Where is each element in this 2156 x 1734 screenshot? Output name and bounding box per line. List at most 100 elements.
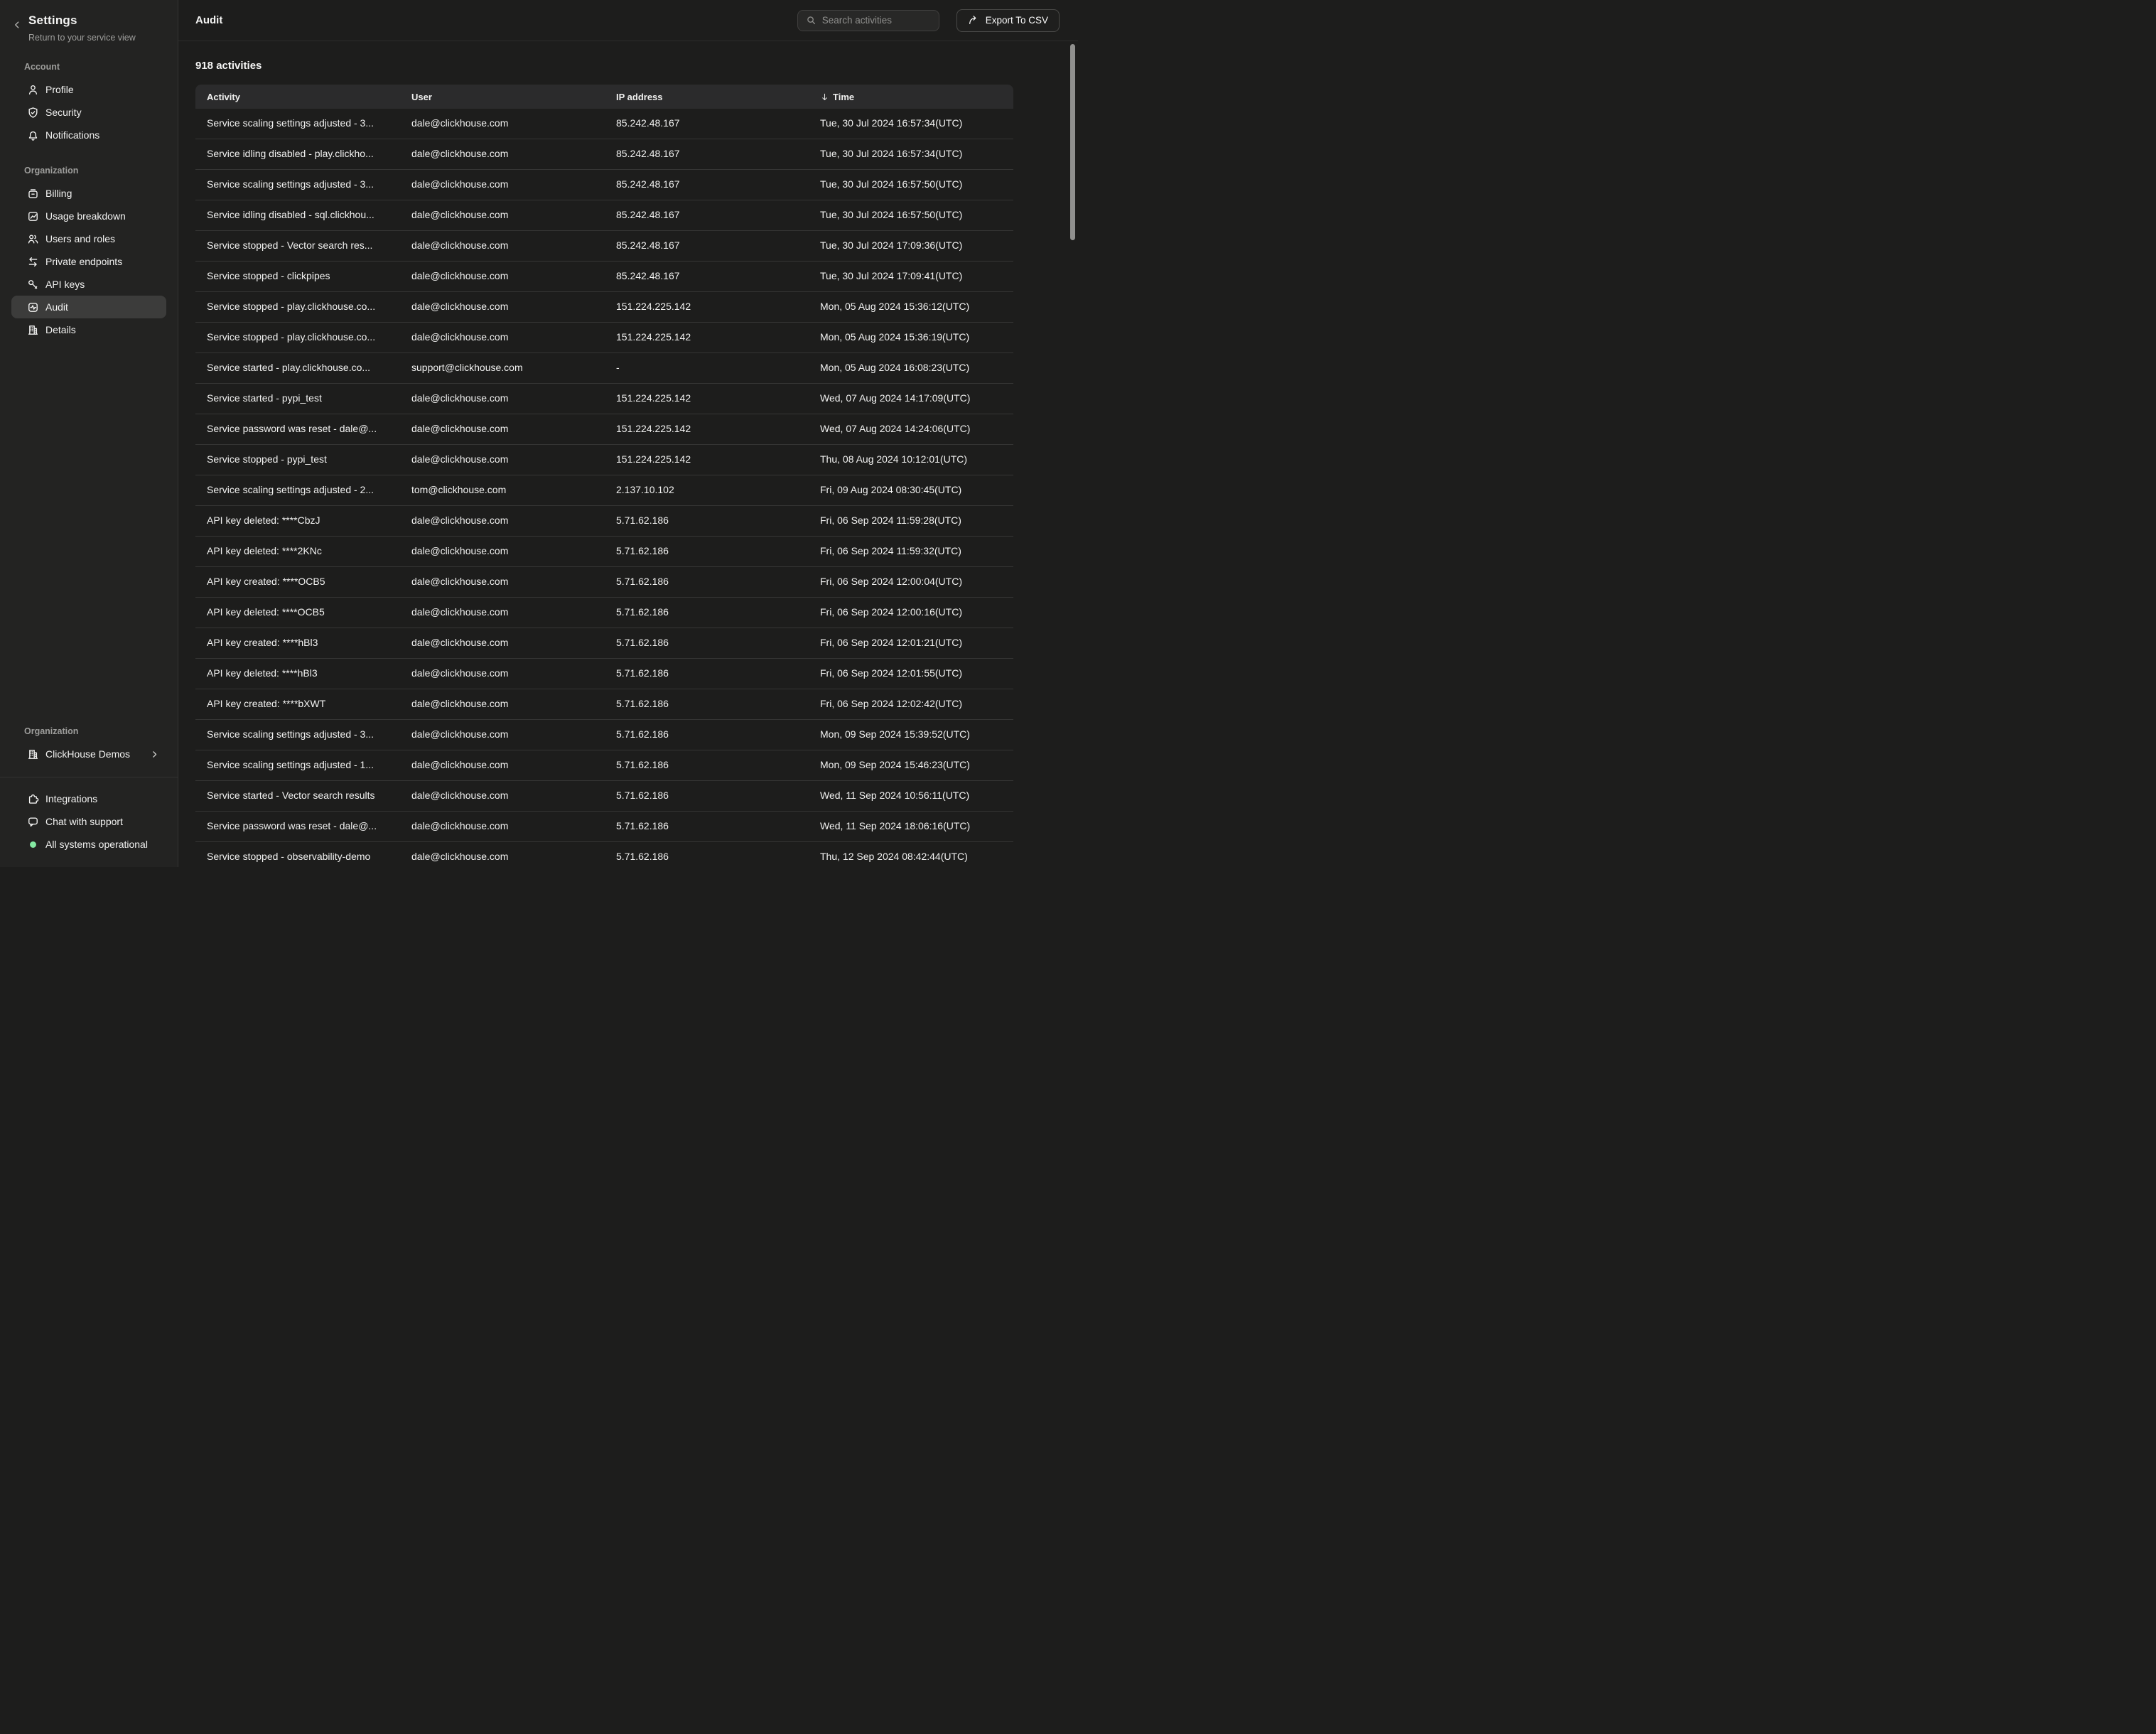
cell-time: Fri, 06 Sep 2024 11:59:32(UTC) <box>809 537 1013 556</box>
table-row[interactable]: Service scaling settings adjusted - 3...… <box>195 720 1013 750</box>
cell-user: dale@clickhouse.com <box>400 262 605 281</box>
sidebar-item[interactable]: API keys <box>11 273 166 296</box>
export-csv-button[interactable]: Export To CSV <box>956 9 1060 32</box>
cell-ip-address: 5.71.62.186 <box>605 812 809 831</box>
search-input[interactable] <box>822 15 932 26</box>
sidebar-item[interactable]: Billing <box>11 182 166 205</box>
cell-time: Mon, 05 Aug 2024 15:36:19(UTC) <box>809 323 1013 343</box>
puzzle-icon <box>27 793 39 805</box>
cell-user: dale@clickhouse.com <box>400 659 605 679</box>
table-row[interactable]: Service password was reset - dale@... da… <box>195 414 1013 445</box>
table-row[interactable]: Service password was reset - dale@... da… <box>195 812 1013 842</box>
cell-ip-address: - <box>605 353 809 373</box>
building-icon <box>27 748 39 760</box>
cell-activity: Service stopped - observability-demo <box>195 842 400 862</box>
cell-user: dale@clickhouse.com <box>400 200 605 220</box>
cell-user: dale@clickhouse.com <box>400 139 605 159</box>
sidebar-item-label: Security <box>45 107 82 118</box>
cell-time: Mon, 09 Sep 2024 15:39:52(UTC) <box>809 720 1013 740</box>
cell-time: Wed, 07 Aug 2024 14:17:09(UTC) <box>809 384 1013 404</box>
back-button[interactable] <box>12 20 22 43</box>
table-row[interactable]: API key deleted: ****CbzJ dale@clickhous… <box>195 506 1013 537</box>
org-switcher[interactable]: ClickHouse Demos <box>11 743 166 765</box>
cell-ip-address: 151.224.225.142 <box>605 292 809 312</box>
cell-ip-address: 5.71.62.186 <box>605 842 809 862</box>
sidebar-item-label: Details <box>45 324 76 335</box>
table-row[interactable]: Service stopped - play.clickhouse.co... … <box>195 292 1013 323</box>
table-row[interactable]: API key deleted: ****2KNc dale@clickhous… <box>195 537 1013 567</box>
sidebar-footer-item[interactable]: Chat with support <box>11 810 166 833</box>
sidebar-footer-label: Integrations <box>45 793 97 804</box>
cell-time: Tue, 30 Jul 2024 17:09:41(UTC) <box>809 262 1013 281</box>
cell-user: dale@clickhouse.com <box>400 506 605 526</box>
sidebar-bottom: Organization ClickHouse Demos Integratio… <box>0 726 178 867</box>
sidebar-footer-item[interactable]: All systems operational <box>11 833 166 856</box>
key-icon <box>27 279 39 291</box>
building-icon <box>27 324 39 336</box>
table-row[interactable]: Service scaling settings adjusted - 3...… <box>195 109 1013 139</box>
table-row[interactable]: Service stopped - Vector search res... d… <box>195 231 1013 262</box>
table-row[interactable]: Service stopped - pypi_test dale@clickho… <box>195 445 1013 475</box>
sidebar-item[interactable]: Profile <box>11 78 166 101</box>
table-row[interactable]: Service started - Vector search results … <box>195 781 1013 812</box>
vertical-scrollbar-thumb[interactable] <box>1070 44 1075 240</box>
column-header-time[interactable]: Time <box>809 92 1013 102</box>
activities-count: 918 activities <box>195 60 1078 73</box>
sidebar-item-label: API keys <box>45 279 85 290</box>
main-area: Audit Export To CSV 918 activities Activ… <box>178 0 1078 867</box>
app-window: Settings Return to your service view Acc… <box>0 0 1078 867</box>
sidebar-item-label: Profile <box>45 84 74 95</box>
sidebar-footer-item[interactable]: Integrations <box>11 787 166 810</box>
table-row[interactable]: Service stopped - observability-demo dal… <box>195 842 1013 867</box>
cell-activity: Service stopped - play.clickhouse.co... <box>195 292 400 312</box>
cell-activity: API key deleted: ****OCB5 <box>195 598 400 618</box>
cell-time: Fri, 06 Sep 2024 11:59:28(UTC) <box>809 506 1013 526</box>
sidebar-item[interactable]: Private endpoints <box>11 250 166 273</box>
table-row[interactable]: API key deleted: ****hBl3 dale@clickhous… <box>195 659 1013 689</box>
cell-ip-address: 85.242.48.167 <box>605 200 809 220</box>
cell-user: dale@clickhouse.com <box>400 323 605 343</box>
cell-user: dale@clickhouse.com <box>400 384 605 404</box>
table-row[interactable]: Service idling disabled - sql.clickhou..… <box>195 200 1013 231</box>
cell-activity: Service scaling settings adjusted - 3... <box>195 720 400 740</box>
sidebar-item[interactable]: Notifications <box>11 124 166 146</box>
table-row[interactable]: Service scaling settings adjusted - 1...… <box>195 750 1013 781</box>
table-row[interactable]: Service idling disabled - play.clickho..… <box>195 139 1013 170</box>
table-row[interactable]: API key deleted: ****OCB5 dale@clickhous… <box>195 598 1013 628</box>
table-row[interactable]: Service scaling settings adjusted - 3...… <box>195 170 1013 200</box>
cell-activity: Service idling disabled - play.clickho..… <box>195 139 400 159</box>
cell-user: dale@clickhouse.com <box>400 598 605 618</box>
sidebar-item[interactable]: Details <box>11 318 166 341</box>
cell-time: Fri, 06 Sep 2024 12:01:55(UTC) <box>809 659 1013 679</box>
cell-ip-address: 5.71.62.186 <box>605 506 809 526</box>
table-row[interactable]: API key created: ****bXWT dale@clickhous… <box>195 689 1013 720</box>
table-row[interactable]: Service stopped - play.clickhouse.co... … <box>195 323 1013 353</box>
sidebar-item[interactable]: Users and roles <box>11 227 166 250</box>
cell-ip-address: 85.242.48.167 <box>605 262 809 281</box>
cell-ip-address: 85.242.48.167 <box>605 170 809 190</box>
cell-activity: Service password was reset - dale@... <box>195 812 400 831</box>
cell-user: dale@clickhouse.com <box>400 812 605 831</box>
cell-ip-address: 151.224.225.142 <box>605 384 809 404</box>
table-row[interactable]: API key created: ****hBl3 dale@clickhous… <box>195 628 1013 659</box>
table-row[interactable]: Service started - pypi_test dale@clickho… <box>195 384 1013 414</box>
cell-time: Fri, 06 Sep 2024 12:01:21(UTC) <box>809 628 1013 648</box>
table-row[interactable]: Service stopped - clickpipes dale@clickh… <box>195 262 1013 292</box>
org-switcher-label: Organization <box>0 726 178 736</box>
cell-activity: Service password was reset - dale@... <box>195 414 400 434</box>
sidebar-item[interactable]: Audit <box>11 296 166 318</box>
cell-time: Fri, 06 Sep 2024 12:02:42(UTC) <box>809 689 1013 709</box>
cell-activity: API key created: ****hBl3 <box>195 628 400 648</box>
table-row[interactable]: Service started - play.clickhouse.co... … <box>195 353 1013 384</box>
sidebar-item[interactable]: Usage breakdown <box>11 205 166 227</box>
chevron-left-icon <box>12 20 22 30</box>
sidebar: Settings Return to your service view Acc… <box>0 0 178 867</box>
cell-activity: Service started - pypi_test <box>195 384 400 404</box>
cell-time: Tue, 30 Jul 2024 16:57:34(UTC) <box>809 139 1013 159</box>
activity-icon <box>27 301 39 313</box>
cell-activity: Service stopped - Vector search res... <box>195 231 400 251</box>
cell-activity: Service started - play.clickhouse.co... <box>195 353 400 373</box>
table-row[interactable]: Service scaling settings adjusted - 2...… <box>195 475 1013 506</box>
sidebar-item[interactable]: Security <box>11 101 166 124</box>
table-row[interactable]: API key created: ****OCB5 dale@clickhous… <box>195 567 1013 598</box>
